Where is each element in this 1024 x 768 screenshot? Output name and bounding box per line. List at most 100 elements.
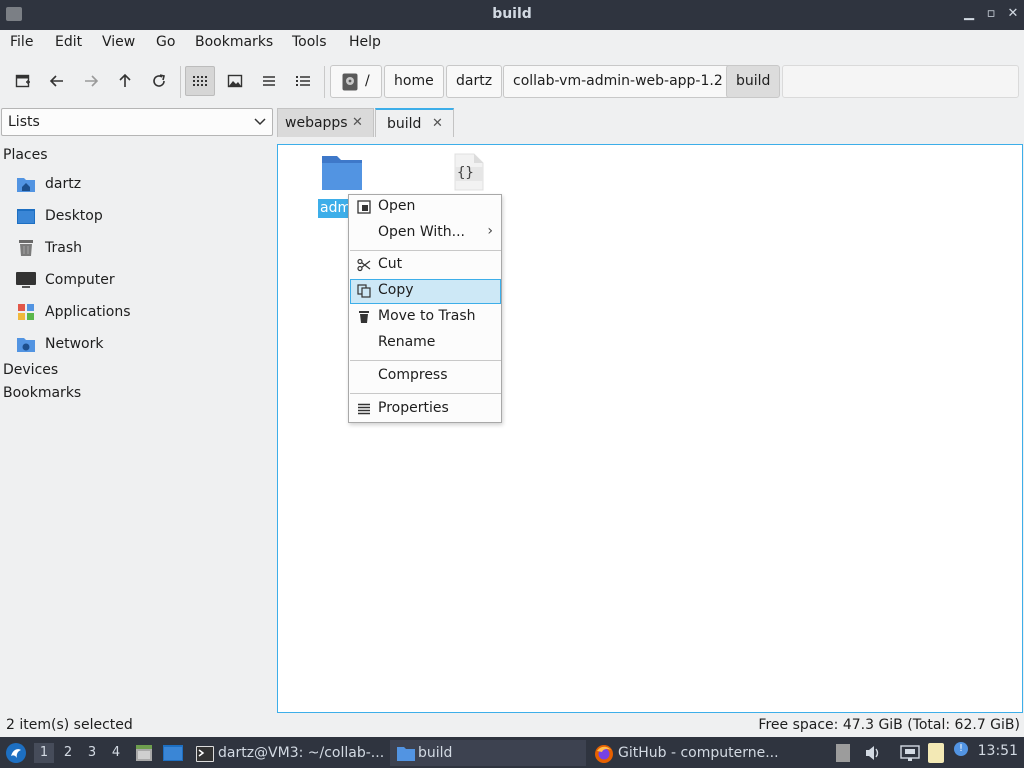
tab-close-icon[interactable]: ✕ — [432, 110, 443, 138]
json-file-icon[interactable]: {} — [454, 153, 484, 191]
trash-icon — [16, 239, 36, 257]
menu-item-label: Move to Trash — [378, 308, 476, 324]
up-icon[interactable] — [110, 66, 140, 96]
sidebar-item-desktop[interactable]: Desktop — [16, 204, 103, 228]
menu-item-properties[interactable]: Properties — [350, 397, 501, 422]
taskbar: 1 2 3 4 dartz@VM3: ~/collab-... build Gi… — [0, 737, 1024, 768]
task-firefox[interactable]: GitHub - computerne... — [590, 740, 786, 766]
breadcrumb-dartz[interactable]: dartz — [446, 65, 503, 98]
menu-item-label: Open — [378, 198, 416, 214]
thumbnail-view-icon[interactable] — [220, 66, 250, 96]
sidebar-item-network[interactable]: Network — [16, 332, 103, 356]
computer-icon — [16, 271, 36, 289]
menu-item-copy[interactable]: Copy — [350, 279, 501, 304]
menu-file[interactable]: File — [10, 34, 33, 50]
compact-view-icon[interactable] — [254, 66, 284, 96]
scissors-icon — [357, 258, 371, 272]
folder-icon[interactable] — [321, 153, 363, 191]
menu-item-label: Copy — [378, 282, 414, 298]
bookmarks-header[interactable]: Bookmarks — [3, 385, 81, 401]
file-name-label[interactable]: adm — [318, 199, 350, 218]
volume-icon[interactable] — [864, 744, 882, 762]
workspace-1[interactable]: 1 — [34, 743, 54, 763]
start-menu-icon[interactable] — [4, 741, 28, 765]
new-window-icon[interactable] — [8, 66, 38, 96]
submenu-arrow-icon: › — [487, 223, 493, 239]
update-notification-icon[interactable]: ! — [954, 742, 968, 756]
file-manager-launcher-icon[interactable] — [134, 743, 154, 763]
menu-item-label: Rename — [378, 334, 436, 350]
places-header[interactable]: Places — [3, 147, 48, 163]
tab-webapps[interactable]: webapps ✕ — [277, 108, 374, 137]
menu-go[interactable]: Go — [156, 34, 175, 50]
breadcrumb-collab[interactable]: collab-vm-admin-web-app-1.2 — [503, 65, 733, 98]
toolbar-separator — [180, 66, 181, 98]
breadcrumb-empty-space[interactable] — [782, 65, 1019, 98]
selection-status: 2 item(s) selected — [6, 717, 133, 733]
desktop-folder-icon — [16, 207, 36, 225]
menu-bookmarks[interactable]: Bookmarks — [195, 34, 273, 50]
sidebar-item-label: dartz — [45, 176, 82, 192]
workspace-4[interactable]: 4 — [106, 743, 126, 763]
title-bar: build ▁ ▫ ✕ — [0, 0, 1024, 30]
menu-item-label: Open With... — [378, 224, 465, 240]
applications-icon — [16, 303, 36, 321]
side-pane-mode-select[interactable]: Lists — [1, 108, 273, 136]
sidebar-item-trash[interactable]: Trash — [16, 236, 82, 260]
reload-icon[interactable] — [144, 66, 174, 96]
sidebar-item-computer[interactable]: Computer — [16, 268, 115, 292]
close-icon[interactable]: ✕ — [1004, 5, 1022, 23]
detailed-view-icon[interactable] — [288, 66, 318, 96]
sidebar-item-label: Computer — [45, 272, 115, 288]
icon-view-icon[interactable] — [185, 66, 215, 96]
free-space-status: Free space: 47.3 GiB (Total: 62.7 GiB) — [758, 717, 1020, 733]
open-icon — [357, 200, 371, 214]
menu-item-compress[interactable]: Compress — [350, 364, 501, 389]
workspace-3[interactable]: 3 — [82, 743, 102, 763]
breadcrumb-build[interactable]: build — [726, 65, 781, 98]
tab-build[interactable]: build ✕ — [375, 108, 454, 137]
menu-item-label: Compress — [378, 367, 448, 383]
menu-separator — [350, 360, 501, 361]
tab-close-icon[interactable]: ✕ — [352, 109, 363, 137]
menu-item-cut[interactable]: Cut — [350, 253, 501, 278]
task-build[interactable]: build — [390, 740, 586, 766]
forward-icon[interactable] — [76, 66, 106, 96]
side-pane-mode-value: Lists — [8, 114, 40, 130]
menu-help[interactable]: Help — [349, 34, 381, 50]
devices-header[interactable]: Devices — [3, 362, 58, 378]
toolbar: / home dartz collab-vm-admin-web-app-1.2… — [0, 58, 1024, 104]
menu-tools[interactable]: Tools — [292, 34, 327, 50]
tab-label: webapps — [285, 115, 348, 131]
breadcrumb-home[interactable]: home — [384, 65, 444, 98]
maximize-icon[interactable]: ▫ — [982, 5, 1000, 23]
clock[interactable]: 13:51 — [978, 743, 1018, 759]
menu-item-rename[interactable]: Rename — [350, 331, 501, 356]
sidebar-item-applications[interactable]: Applications — [16, 300, 131, 324]
properties-icon — [358, 403, 370, 415]
json-file-glyph: {} — [457, 165, 474, 181]
minimize-icon[interactable]: ▁ — [960, 5, 978, 23]
workspace-2[interactable]: 2 — [58, 743, 78, 763]
breadcrumb-root[interactable]: / — [330, 65, 382, 98]
menu-bar: File Edit View Go Bookmarks Tools Help — [0, 30, 1024, 56]
back-icon[interactable] — [42, 66, 72, 96]
task-label: GitHub - computerne... — [618, 745, 779, 761]
menu-edit[interactable]: Edit — [55, 34, 82, 50]
network-tray-icon[interactable] — [900, 745, 920, 761]
sidebar-item-label: Applications — [45, 304, 131, 320]
menu-item-open-with[interactable]: Open With... › — [350, 221, 501, 246]
breadcrumb-root-label: / — [365, 73, 370, 89]
sidebar-item-dartz[interactable]: dartz — [16, 172, 81, 196]
menu-item-move-to-trash[interactable]: Move to Trash — [350, 305, 501, 330]
menu-view[interactable]: View — [102, 34, 135, 50]
window-title: build — [492, 6, 532, 22]
network-folder-icon — [16, 335, 36, 353]
menu-item-open[interactable]: Open — [350, 195, 501, 220]
notes-tray-icon[interactable] — [928, 743, 944, 763]
task-terminal[interactable]: dartz@VM3: ~/collab-... — [192, 740, 388, 766]
show-desktop-icon[interactable] — [162, 743, 184, 763]
firefox-icon — [595, 745, 613, 763]
clipboard-tray-icon[interactable] — [836, 744, 850, 762]
context-menu: Open Open With... › Cut Copy Move to Tra… — [348, 194, 502, 423]
